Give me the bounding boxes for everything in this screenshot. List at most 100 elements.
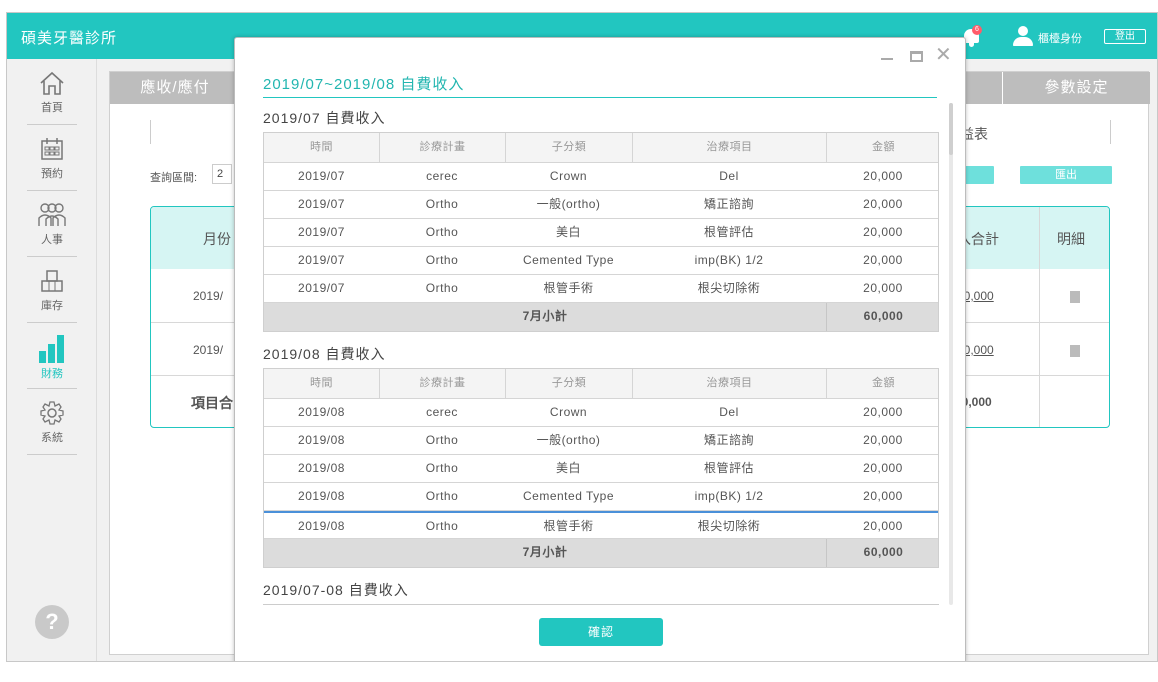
app-window: 碩美牙醫診所 6 櫃檯身份 登出 首頁 預約 人事 庫存 財務 系統 ? 應收/… — [6, 12, 1158, 662]
query-range-input[interactable]: 2 — [212, 164, 232, 184]
cell-treatment: 根管評估 — [703, 225, 754, 239]
table-row: 2019/07 Ortho 根管手術 根尖切除術 20,000 — [264, 275, 938, 303]
section-title: 2019/07 自費收入 — [263, 110, 386, 126]
maximize-icon[interactable] — [910, 51, 923, 62]
col-detail-header: 明細 — [1057, 231, 1085, 247]
divider — [150, 120, 151, 144]
subtotal-label: 7月小計 — [522, 545, 568, 559]
header-amount: 金額 — [826, 369, 940, 398]
minimize-icon[interactable] — [881, 58, 893, 60]
sidebar-item-inventory[interactable]: 庫存 — [27, 267, 77, 323]
divider — [1110, 120, 1111, 144]
header-subcategory: 子分類 — [505, 369, 632, 398]
scrollbar-thumb[interactable] — [949, 103, 953, 155]
table-row: 2019/08 Ortho Cemented Type imp(BK) 1/2 … — [264, 483, 938, 511]
cell-time: 2019/07 — [298, 225, 345, 239]
cell-time: 2019/07 — [298, 253, 345, 267]
cell-amount: 20,000 — [863, 253, 903, 267]
income-detail-modal: ✕ 2019/07~2019/08 自費收入 2019/07 自費收入 時間 診… — [234, 37, 966, 661]
calendar-icon — [41, 138, 63, 160]
cell-subcategory: Crown — [549, 405, 588, 419]
subtotal-row: 7月小計 60,000 — [264, 539, 938, 567]
document-icon[interactable] — [1070, 291, 1080, 303]
section-title: 2019/07-08 自費收入 — [263, 582, 409, 598]
cell-time: 2019/07 — [298, 281, 345, 295]
cell-plan: Ortho — [425, 197, 459, 211]
header-subcategory: 子分類 — [505, 133, 632, 162]
cell-amount: 20,000 — [863, 197, 903, 211]
logout-button[interactable]: 登出 — [1104, 29, 1146, 44]
cell-treatment: Del — [719, 169, 739, 183]
table-row: 2019/07 Ortho 美白 根管評估 20,000 — [264, 219, 938, 247]
notification-count-badge: 6 — [972, 25, 982, 35]
income-table: 時間 診療計畫 子分類 治療項目 金額 2019/07 cerec Crown … — [263, 132, 939, 332]
cell-amount: 20,000 — [863, 281, 903, 295]
tab-receivable-payable[interactable]: 應收/應付 — [110, 72, 240, 104]
modal-title: 2019/07~2019/08 自費收入 — [263, 76, 465, 93]
col-month-header: 月份 — [203, 231, 231, 247]
confirm-button[interactable]: 確認 — [539, 618, 663, 646]
sidebar-item-finance[interactable]: 財務 — [27, 333, 77, 389]
user-icon — [1013, 26, 1033, 46]
table-row: 2019/08 cerec Crown Del 20,000 — [264, 399, 938, 427]
header-treatment: 治療項目 — [632, 369, 826, 398]
tab-parameter-settings[interactable]: 參數設定 — [1003, 72, 1150, 104]
table-row: 2019/08 Ortho 美白 根管評估 20,000 — [264, 455, 938, 483]
cell-amount: 20,000 — [863, 489, 903, 503]
sidebar-item-label: 人事 — [41, 234, 63, 246]
cell-plan: Ortho — [425, 281, 459, 295]
export-button[interactable]: 匯出 — [1020, 166, 1112, 184]
query-range-label: 查詢區間: — [150, 172, 198, 184]
cell-subcategory: 一般(ortho) — [536, 197, 601, 211]
cell-time: 2019/08 — [298, 519, 345, 533]
cell-treatment: 矯正諮詢 — [703, 197, 754, 211]
cell-amount: 20,000 — [863, 433, 903, 447]
cell-subcategory: 美白 — [555, 461, 581, 475]
sidebar-item-system[interactable]: 系統 — [27, 399, 77, 455]
document-icon[interactable] — [1070, 345, 1080, 357]
cell-amount: 20,000 — [863, 405, 903, 419]
cell-time: 2019/07 — [298, 169, 345, 183]
cell-time: 2019/08 — [298, 405, 345, 419]
inventory-icon — [41, 270, 63, 292]
cell-plan: Ortho — [425, 225, 459, 239]
header-time: 時間 — [310, 141, 333, 153]
cell-treatment: imp(BK) 1/2 — [694, 489, 764, 503]
modal-scrollbar[interactable] — [949, 103, 953, 605]
cell-subcategory: Cemented Type — [523, 489, 614, 503]
gear-icon — [40, 401, 64, 425]
sidebar-item-appointment[interactable]: 預約 — [27, 135, 77, 191]
table-row: 2019/07 Ortho 一般(ortho) 矯正諮詢 20,000 — [264, 191, 938, 219]
cell-amount: 20,000 — [863, 519, 903, 533]
header-plan: 診療計畫 — [379, 369, 505, 398]
subtotal-value: 60,000 — [826, 539, 940, 567]
sidebar-item-label: 首頁 — [41, 102, 63, 114]
header-treatment: 治療項目 — [632, 133, 826, 162]
header-plan: 診療計畫 — [379, 133, 505, 162]
cell-time: 2019/08 — [298, 461, 345, 475]
section-title: 2019/08 自費收入 — [263, 346, 386, 362]
section-divider — [263, 604, 939, 605]
cell-treatment: 根管評估 — [703, 461, 754, 475]
cell-treatment: 矯正諮詢 — [703, 433, 754, 447]
header-time: 時間 — [310, 377, 333, 389]
close-icon[interactable]: ✕ — [935, 45, 952, 65]
sidebar-item-label: 預約 — [41, 168, 63, 180]
subtotal-label: 7月小計 — [522, 309, 568, 323]
sidebar-item-home[interactable]: 首頁 — [27, 69, 77, 125]
cell-treatment: 根尖切除術 — [697, 519, 761, 533]
clinic-brand: 碩美牙醫診所 — [21, 30, 118, 47]
cell-plan: cerec — [426, 405, 458, 419]
sidebar-item-label: 系統 — [41, 432, 63, 444]
table-row: 2019/07 cerec Crown Del 20,000 — [264, 163, 938, 191]
cell-amount: 20,000 — [863, 461, 903, 475]
cell-plan: Ortho — [425, 519, 459, 533]
table-row: 2019/07 Ortho Cemented Type imp(BK) 1/2 … — [264, 247, 938, 275]
sidebar-item-staff[interactable]: 人事 — [27, 201, 77, 257]
home-icon — [40, 71, 64, 95]
cell-subcategory: Cemented Type — [523, 253, 614, 267]
cell-plan: Ortho — [425, 489, 459, 503]
cell-plan: cerec — [426, 169, 458, 183]
help-button[interactable]: ? — [35, 605, 69, 639]
people-icon — [38, 203, 66, 226]
